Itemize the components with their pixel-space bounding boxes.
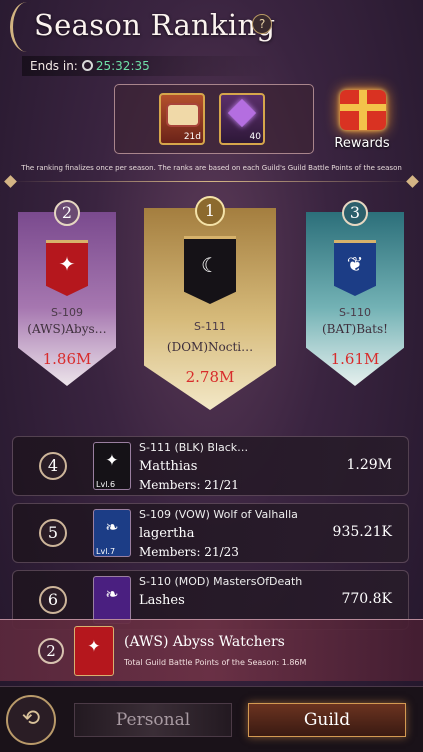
podium-rank-2[interactable]: 2 ✦ S-109 (AWS)Abys… 1.86M bbox=[18, 200, 116, 386]
my-guild-name: (AWS) Abyss Watchers bbox=[124, 634, 285, 650]
podium-points: 1.86M bbox=[42, 350, 92, 368]
podium-server: S-109 bbox=[51, 306, 83, 319]
podium-server: S-111 bbox=[194, 320, 226, 333]
rank-badge: 2 bbox=[38, 638, 64, 664]
podium-points: 2.78M bbox=[185, 368, 235, 386]
podium-rank-1[interactable]: 1 ☾ S-111 (DOM)Nocti… 2.78M bbox=[144, 196, 276, 410]
guild-banner-icon: ✦ bbox=[46, 240, 88, 296]
reward-count: 21d bbox=[183, 132, 201, 142]
guild-leader: Matthias bbox=[139, 459, 198, 474]
rank-badge: 2 bbox=[54, 200, 80, 226]
rank-badge: 4 bbox=[39, 452, 67, 480]
reward-item-gem[interactable]: 40 bbox=[219, 93, 265, 145]
ranking-row[interactable]: 5 ❧ Lvl.7 S-109 (VOW) Wolf of Valhalla l… bbox=[12, 503, 409, 563]
gift-box-icon bbox=[340, 90, 386, 130]
season-timer: Ends in: 25:32:35 bbox=[22, 56, 272, 76]
bat-emblem-icon: ❦ bbox=[346, 252, 364, 277]
guild-level: Lvl.7 bbox=[96, 547, 116, 556]
rank-badge: 6 bbox=[39, 586, 67, 614]
divider bbox=[10, 181, 413, 182]
scroll-icon bbox=[168, 105, 198, 125]
guild-leader: lagertha bbox=[139, 526, 195, 541]
rewards-button[interactable]: Rewards bbox=[326, 84, 398, 156]
guild-name: S-109 (VOW) Wolf of Valhalla bbox=[139, 508, 298, 521]
guild-leader: Lashes bbox=[139, 593, 185, 608]
my-guild-points-text: Total Guild Battle Points of the Season:… bbox=[124, 658, 307, 667]
clock-icon bbox=[81, 60, 93, 71]
page-title: Season Ranking bbox=[34, 8, 276, 42]
guild-points: 770.8K bbox=[341, 591, 392, 607]
reward-item-scroll[interactable]: 21d bbox=[159, 93, 205, 145]
star-emblem-icon: ✦ bbox=[58, 252, 76, 277]
guild-banner-icon: ✦ bbox=[74, 626, 114, 676]
gem-icon bbox=[227, 98, 257, 128]
reward-preview: 21d 40 bbox=[114, 84, 314, 154]
season-ranking-screen: Season Ranking ? Ends in: 25:32:35 21d 40… bbox=[0, 0, 423, 752]
podium-guild-name: (BAT)Bats! bbox=[322, 322, 388, 336]
tab-guild[interactable]: Guild bbox=[248, 703, 406, 737]
my-guild-rank[interactable]: 2 ✦ (AWS) Abyss Watchers Total Guild Bat… bbox=[0, 619, 423, 681]
guild-name: S-110 (MOD) MastersOfDeath bbox=[139, 575, 303, 588]
guild-banner-icon: ❦ bbox=[334, 240, 376, 296]
wing-emblem-icon: ❧ bbox=[105, 584, 119, 604]
guild-points: 935.21K bbox=[332, 524, 392, 540]
bottom-nav: ⟲ Personal Guild bbox=[0, 686, 423, 752]
guild-banner-icon: ❧ bbox=[93, 576, 131, 624]
guild-points: 1.29M bbox=[346, 457, 392, 473]
rewards-label: Rewards bbox=[334, 136, 390, 151]
star-emblem-icon: ✦ bbox=[87, 636, 101, 656]
reward-count: 40 bbox=[249, 132, 261, 142]
guild-banner-icon: ❧ Lvl.7 bbox=[93, 509, 131, 557]
ends-time: 25:32:35 bbox=[95, 59, 150, 73]
divider-ornament-icon bbox=[406, 175, 419, 188]
back-home-button[interactable]: ⟲ bbox=[6, 695, 56, 745]
guild-level: Lvl.6 bbox=[96, 480, 116, 489]
podium-rank-3[interactable]: 3 ❦ S-110 (BAT)Bats! 1.61M bbox=[306, 200, 404, 386]
star-emblem-icon: ✦ bbox=[105, 450, 119, 470]
rank-badge: 3 bbox=[342, 200, 368, 226]
podium-guild-name: (DOM)Nocti… bbox=[166, 340, 254, 354]
podium-points: 1.61M bbox=[330, 350, 380, 368]
rank-badge: 1 bbox=[195, 196, 225, 226]
podium-server: S-110 bbox=[339, 306, 371, 319]
ends-label: Ends in: bbox=[30, 59, 78, 73]
divider-ornament-icon bbox=[4, 175, 17, 188]
question-icon: ? bbox=[258, 17, 266, 31]
rank-badge: 5 bbox=[39, 519, 67, 547]
tab-personal[interactable]: Personal bbox=[74, 703, 232, 737]
guild-banner-icon: ☾ bbox=[184, 236, 236, 304]
mask-emblem-icon: ☾ bbox=[201, 253, 219, 277]
guild-banner-icon: ✦ Lvl.6 bbox=[93, 442, 131, 490]
guild-members: Members: 21/23 bbox=[139, 545, 239, 559]
podium-guild-name: (AWS)Abys… bbox=[27, 322, 107, 336]
guild-name: S-111 (BLK) Black… bbox=[139, 441, 249, 454]
guild-members: Members: 21/21 bbox=[139, 478, 239, 492]
ranking-row[interactable]: 4 ✦ Lvl.6 S-111 (BLK) Black… Matthias Me… bbox=[12, 436, 409, 496]
ranking-info-text: The ranking finalizes once per season. T… bbox=[21, 164, 402, 172]
compass-icon: ⟲ bbox=[21, 706, 41, 731]
wing-emblem-icon: ❧ bbox=[105, 517, 119, 537]
